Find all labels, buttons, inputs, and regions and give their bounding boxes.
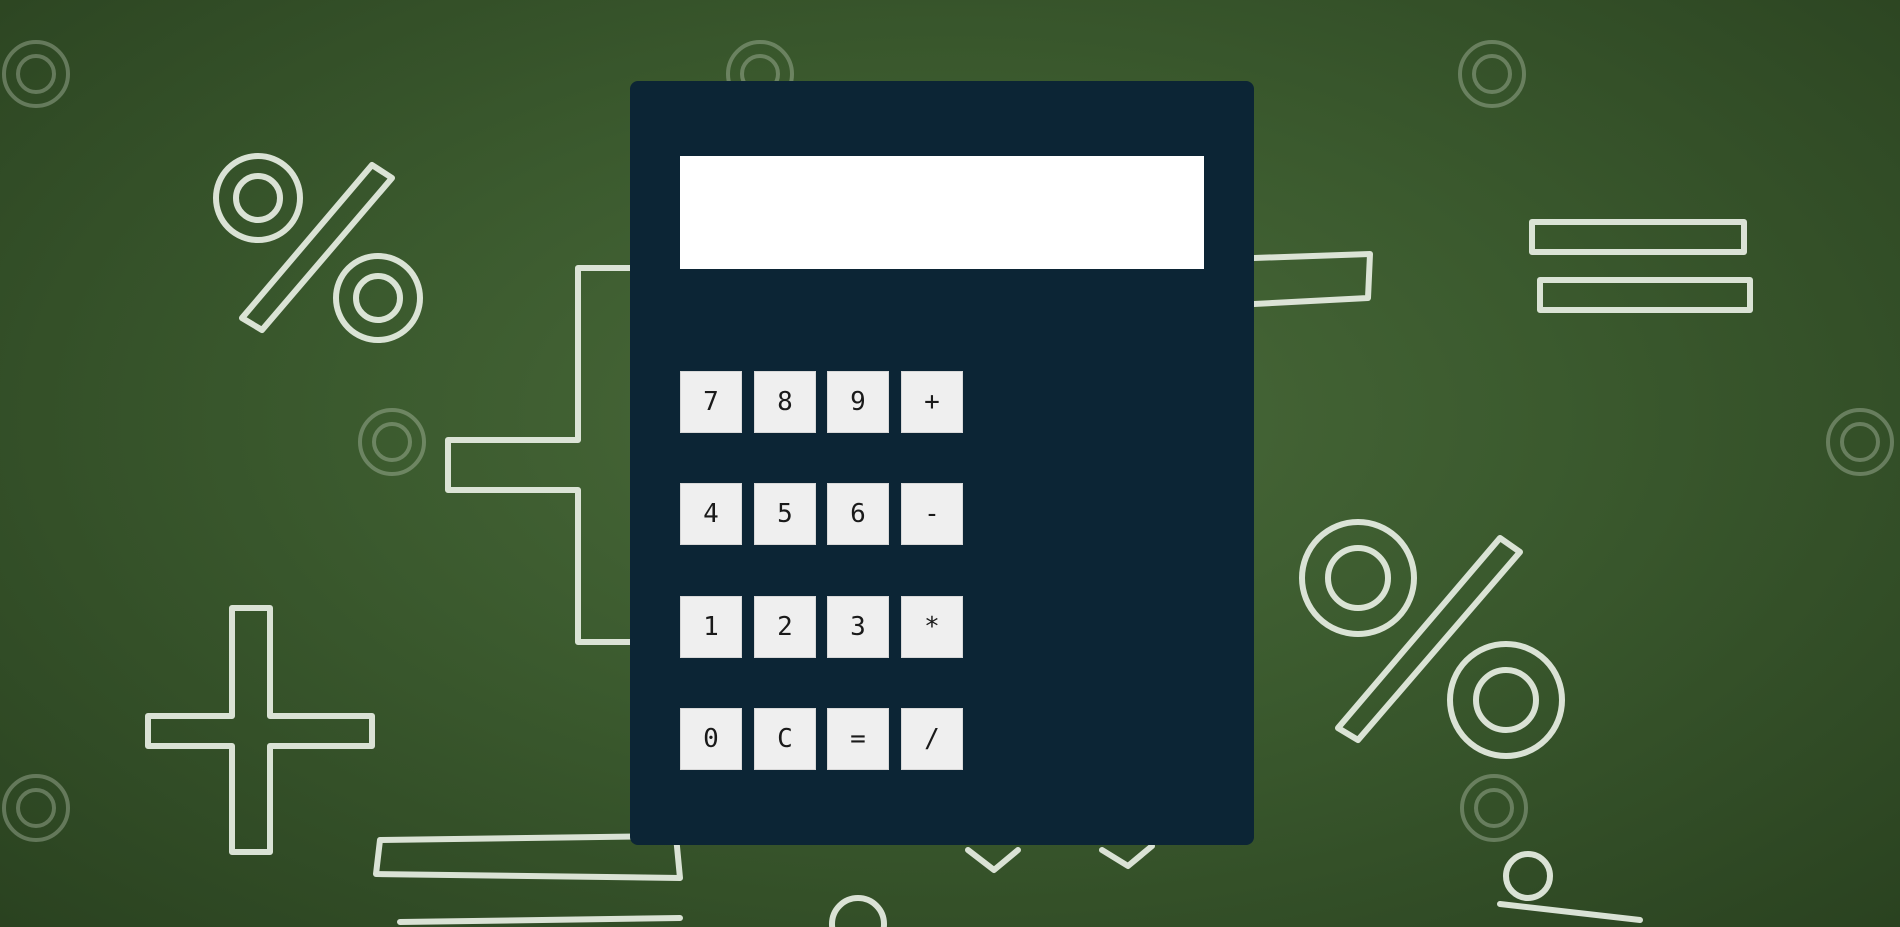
plus-chalk-icon-large	[445, 265, 633, 645]
key-3[interactable]: 3	[827, 596, 889, 658]
key-add[interactable]: +	[901, 371, 963, 433]
key-4[interactable]: 4	[680, 483, 742, 545]
key-1[interactable]: 1	[680, 596, 742, 658]
key-9[interactable]: 9	[827, 371, 889, 433]
calculator: 7 8 9 + 4 5 6 - 1 2 3 * 0 C = /	[630, 81, 1254, 845]
key-multiply[interactable]: *	[901, 596, 963, 658]
calculator-display[interactable]	[680, 156, 1204, 269]
percent-chalk-icon-right	[1299, 519, 1565, 759]
key-equals[interactable]: =	[827, 708, 889, 770]
plus-chalk-icon-small	[145, 605, 375, 855]
percent-chalk-icon	[213, 153, 423, 343]
minus-chalk-icon	[1251, 251, 1373, 307]
key-6[interactable]: 6	[827, 483, 889, 545]
key-subtract[interactable]: -	[901, 483, 963, 545]
key-0[interactable]: 0	[680, 708, 742, 770]
key-clear[interactable]: C	[754, 708, 816, 770]
key-8[interactable]: 8	[754, 371, 816, 433]
equals-chalk-icon	[1529, 219, 1753, 313]
key-divide[interactable]: /	[901, 708, 963, 770]
key-7[interactable]: 7	[680, 371, 742, 433]
key-2[interactable]: 2	[754, 596, 816, 658]
key-5[interactable]: 5	[754, 483, 816, 545]
minus-chalk-icon-bottom	[373, 833, 683, 925]
